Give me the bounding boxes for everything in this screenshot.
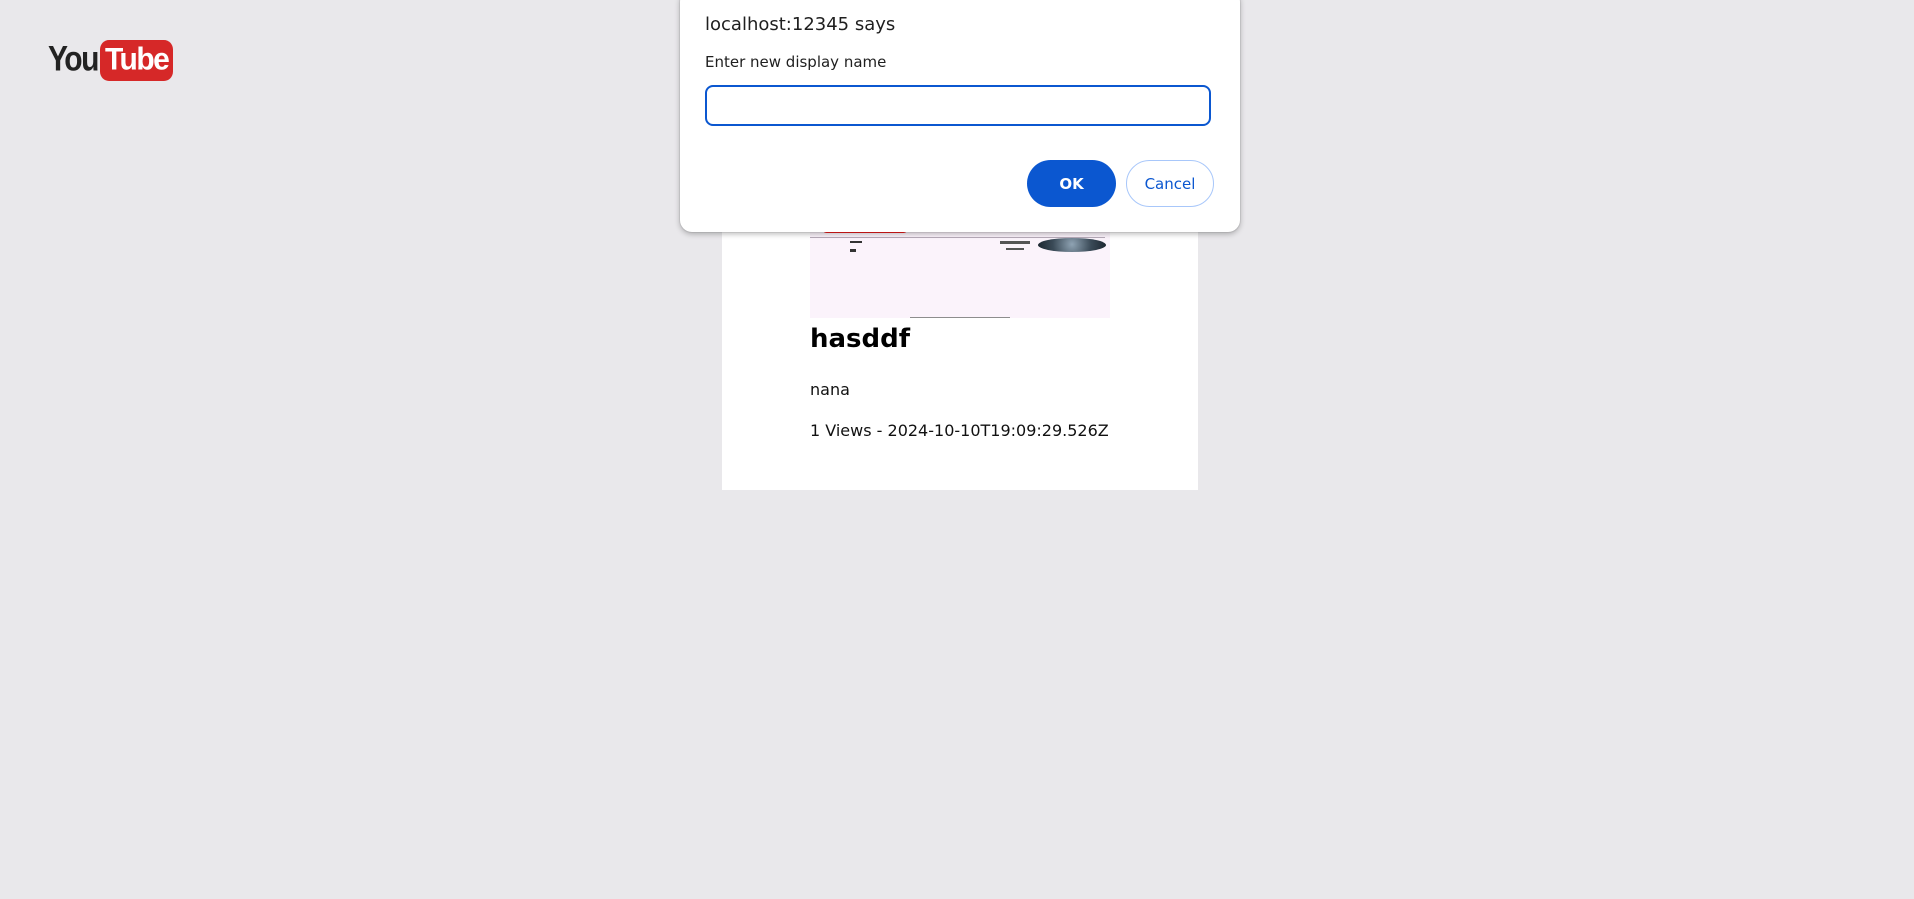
dialog-message: Enter new display name	[705, 53, 887, 71]
thumbnail-small-text	[1006, 248, 1024, 250]
thumbnail-avatar-image	[1038, 238, 1106, 252]
ok-button[interactable]: OK	[1027, 160, 1116, 207]
dialog-title: localhost:12345 says	[705, 14, 896, 35]
thumbnail-small-text	[1000, 241, 1030, 244]
thumbnail-dark-mark	[850, 249, 856, 252]
logo-text-you: You	[48, 39, 99, 79]
youtube-logo[interactable]: You Tube	[48, 37, 174, 83]
prompt-dialog: localhost:12345 says Enter new display n…	[680, 0, 1240, 232]
channel-name[interactable]: nana	[810, 380, 850, 399]
thumbnail-dark-mark	[850, 241, 862, 243]
display-name-input[interactable]	[705, 85, 1211, 126]
cancel-button[interactable]: Cancel	[1126, 160, 1214, 207]
thumbnail-underline	[910, 317, 1010, 318]
logo-text-tube: Tube	[99, 39, 174, 81]
video-title[interactable]: hasddf	[810, 324, 910, 354]
video-meta: 1 Views - 2024-10-10T19:09:29.526Z	[810, 421, 1109, 440]
